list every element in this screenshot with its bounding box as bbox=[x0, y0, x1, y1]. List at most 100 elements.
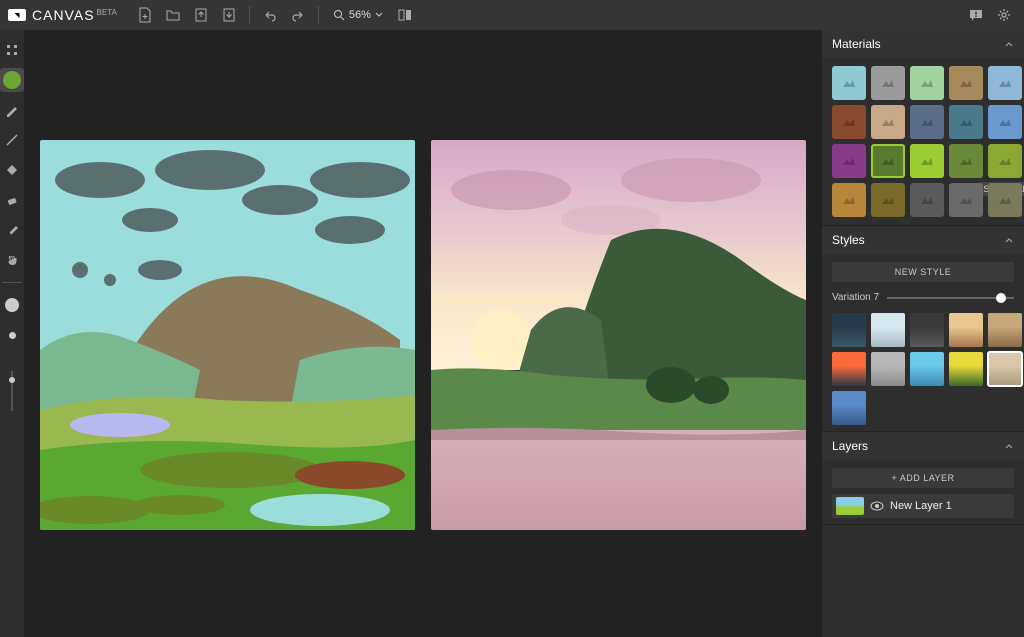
material-river[interactable] bbox=[988, 105, 1022, 139]
materials-title: Materials bbox=[832, 37, 881, 51]
material-snow[interactable] bbox=[910, 105, 944, 139]
zoom-value: 56% bbox=[349, 9, 371, 21]
layers-header[interactable]: Layers bbox=[822, 432, 1024, 460]
brand-title: CANVASBETA bbox=[32, 7, 117, 23]
material-dirt[interactable] bbox=[949, 66, 983, 100]
variation-slider-row: Variation 7 bbox=[822, 288, 1024, 307]
material-icon bbox=[841, 77, 857, 89]
open-file-button[interactable] bbox=[161, 3, 185, 27]
material-icon bbox=[958, 77, 974, 89]
material-icon bbox=[919, 116, 935, 128]
style-thumb[interactable] bbox=[832, 391, 866, 425]
eraser-tool[interactable] bbox=[0, 188, 24, 212]
brush-size-slider[interactable] bbox=[11, 371, 13, 411]
chevron-up-icon bbox=[1004, 441, 1014, 451]
material-gravel[interactable] bbox=[910, 183, 944, 217]
style-thumb[interactable] bbox=[988, 352, 1022, 386]
style-thumb[interactable] bbox=[988, 313, 1022, 347]
brush-color-icon bbox=[3, 71, 21, 89]
style-thumb[interactable] bbox=[910, 313, 944, 347]
brush-size-large[interactable] bbox=[0, 293, 24, 317]
settings-button[interactable] bbox=[992, 3, 1016, 27]
visibility-icon[interactable] bbox=[870, 499, 884, 513]
material-sky[interactable] bbox=[832, 66, 866, 100]
add-layer-button[interactable]: + ADD LAYER bbox=[832, 468, 1014, 488]
material-icon bbox=[880, 155, 896, 167]
style-thumb[interactable] bbox=[871, 352, 905, 386]
materials-section: Materials Stone Wall bbox=[822, 30, 1024, 226]
material-icon bbox=[880, 116, 896, 128]
feedback-button[interactable] bbox=[964, 3, 988, 27]
material-icon bbox=[958, 155, 974, 167]
line-tool[interactable] bbox=[0, 128, 24, 152]
material-rock[interactable] bbox=[871, 183, 905, 217]
variation-slider[interactable] bbox=[887, 297, 1014, 299]
redo-button[interactable] bbox=[286, 3, 310, 27]
material-stone-wall[interactable]: Stone Wall bbox=[988, 144, 1022, 178]
style-thumb[interactable] bbox=[949, 352, 983, 386]
eyedropper-tool[interactable] bbox=[0, 218, 24, 242]
chevron-up-icon bbox=[1004, 39, 1014, 49]
material-icon bbox=[880, 77, 896, 89]
materials-grid: Stone Wall bbox=[822, 58, 1024, 225]
styles-title: Styles bbox=[832, 233, 865, 247]
material-mud[interactable] bbox=[832, 105, 866, 139]
layer-row[interactable]: New Layer 1 bbox=[832, 494, 1014, 518]
separator bbox=[249, 6, 250, 24]
left-toolbar bbox=[0, 30, 24, 637]
material-grass[interactable] bbox=[871, 144, 905, 178]
style-grid bbox=[822, 307, 1024, 431]
material-icon bbox=[841, 116, 857, 128]
material-road[interactable] bbox=[949, 183, 983, 217]
undo-button[interactable] bbox=[258, 3, 282, 27]
output-canvas[interactable] bbox=[431, 140, 806, 530]
material-icon bbox=[997, 194, 1013, 206]
chevron-down-icon bbox=[375, 11, 383, 19]
material-wood[interactable] bbox=[988, 183, 1022, 217]
style-thumb[interactable] bbox=[910, 352, 944, 386]
layer-name: New Layer 1 bbox=[890, 500, 952, 512]
new-style-button[interactable]: NEW STYLE bbox=[832, 262, 1014, 282]
main: Materials Stone Wall Styles NEW STYLE Va… bbox=[0, 30, 1024, 637]
material-icon bbox=[919, 194, 935, 206]
material-icon bbox=[841, 155, 857, 167]
segmentation-canvas[interactable] bbox=[40, 140, 415, 530]
brand: ◥ CANVASBETA bbox=[8, 7, 117, 23]
styles-header[interactable]: Styles bbox=[822, 226, 1024, 254]
materials-header[interactable]: Materials bbox=[822, 30, 1024, 58]
material-sea[interactable] bbox=[949, 105, 983, 139]
style-thumb[interactable] bbox=[832, 313, 866, 347]
save-button[interactable] bbox=[189, 3, 213, 27]
fill-tool[interactable] bbox=[0, 158, 24, 182]
move-tool[interactable] bbox=[0, 38, 24, 62]
material-icon bbox=[919, 77, 935, 89]
material-icon bbox=[841, 194, 857, 206]
material-icon bbox=[958, 116, 974, 128]
material-flower[interactable] bbox=[832, 144, 866, 178]
zoom-control[interactable]: 56% bbox=[333, 9, 383, 21]
right-panel: Materials Stone Wall Styles NEW STYLE Va… bbox=[822, 30, 1024, 637]
brush-tool[interactable] bbox=[0, 68, 24, 92]
material-cloud[interactable] bbox=[871, 66, 905, 100]
layers-section: Layers + ADD LAYER New Layer 1 bbox=[822, 432, 1024, 525]
material-fog[interactable] bbox=[871, 105, 905, 139]
material-hill[interactable] bbox=[910, 66, 944, 100]
material-water[interactable] bbox=[988, 66, 1022, 100]
material-icon bbox=[997, 155, 1013, 167]
brush-size-small[interactable] bbox=[0, 323, 24, 347]
new-file-button[interactable] bbox=[133, 3, 157, 27]
material-tree[interactable] bbox=[949, 144, 983, 178]
compare-view-button[interactable] bbox=[393, 3, 417, 27]
material-icon bbox=[997, 116, 1013, 128]
export-button[interactable] bbox=[217, 3, 241, 27]
style-thumb[interactable] bbox=[832, 352, 866, 386]
material-bush[interactable] bbox=[910, 144, 944, 178]
style-thumb[interactable] bbox=[949, 313, 983, 347]
pan-tool[interactable] bbox=[0, 248, 24, 272]
style-thumb[interactable] bbox=[871, 313, 905, 347]
pencil-tool[interactable] bbox=[0, 98, 24, 122]
variation-label: Variation 7 bbox=[832, 292, 879, 303]
material-sand[interactable] bbox=[832, 183, 866, 217]
slider-thumb[interactable] bbox=[996, 293, 1006, 303]
material-icon bbox=[997, 77, 1013, 89]
